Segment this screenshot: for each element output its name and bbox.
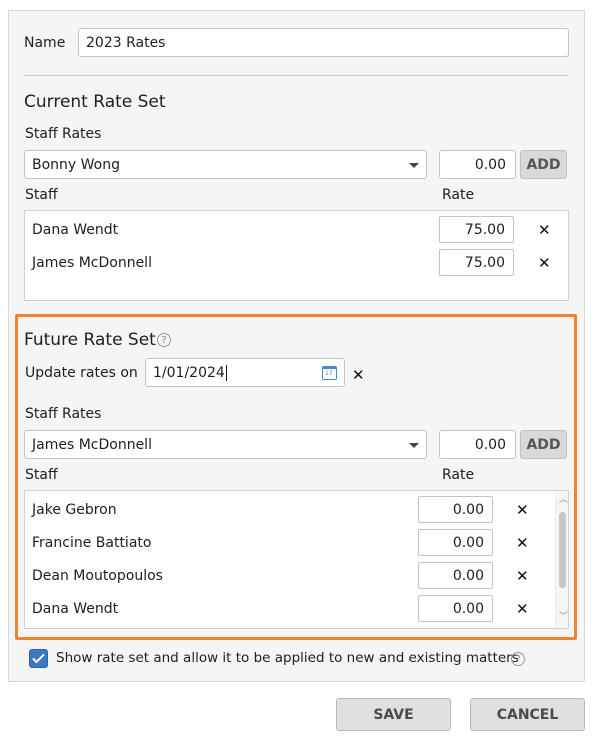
chevron-down-icon[interactable]: ﹀ [559, 613, 568, 622]
help-icon[interactable]: ? [511, 652, 525, 666]
scrollbar-thumb[interactable] [559, 512, 566, 588]
close-icon[interactable]: ✕ [352, 367, 365, 383]
calendar-icon[interactable]: 17 [322, 366, 337, 380]
update-date-input[interactable]: 1/01/2024 [145, 358, 345, 387]
list-item: Dana Wendt [32, 601, 119, 617]
update-rates-label: Update rates on [25, 365, 138, 381]
rate-input[interactable]: 0.00 [418, 595, 493, 622]
current-staff-rates-label: Staff Rates [25, 126, 102, 142]
future-rate-input[interactable]: 0.00 [439, 430, 516, 459]
future-add-button[interactable]: ADD [520, 430, 567, 459]
rate-input[interactable]: 75.00 [439, 249, 514, 276]
chevron-down-icon [409, 443, 419, 448]
update-date-value: 1/01/2024 [153, 364, 225, 381]
current-add-button[interactable]: ADD [520, 150, 567, 179]
close-icon[interactable]: ✕ [538, 222, 551, 238]
name-label: Name [24, 35, 66, 51]
rate-input[interactable]: 0.00 [418, 562, 493, 589]
list-item: Dean Moutopoulos [32, 568, 163, 584]
list-item: Dana Wendt [32, 222, 119, 238]
future-staff-rates-label: Staff Rates [25, 406, 102, 422]
current-col-rate: Rate [442, 187, 475, 203]
rate-input[interactable]: 75.00 [439, 216, 514, 243]
current-staff-list: Dana Wendt 75.00 ✕ James McDonnell 75.00… [24, 210, 569, 301]
name-input[interactable]: 2023 Rates [78, 28, 569, 57]
future-staff-select-value: James McDonnell [32, 436, 152, 453]
chevron-up-icon[interactable]: ︿ [559, 496, 568, 505]
save-button[interactable]: SAVE [336, 698, 451, 731]
future-col-staff: Staff [25, 467, 58, 483]
list-item: Francine Battiato [32, 535, 152, 551]
rate-input[interactable]: 0.00 [418, 496, 493, 523]
show-rate-set-label: Show rate set and allow it to be applied… [56, 650, 519, 666]
close-icon[interactable]: ✕ [516, 535, 529, 551]
future-col-rate: Rate [442, 467, 475, 483]
current-staff-select[interactable]: Bonny Wong [24, 150, 427, 179]
scrollbar[interactable]: ︿ ﹀ [555, 491, 568, 628]
close-icon[interactable]: ✕ [516, 502, 529, 518]
current-rate-input[interactable]: 0.00 [439, 150, 516, 179]
current-col-staff: Staff [25, 187, 58, 203]
close-icon[interactable]: ✕ [516, 601, 529, 617]
close-icon[interactable]: ✕ [538, 255, 551, 271]
check-icon [32, 653, 45, 664]
show-rate-set-checkbox[interactable] [29, 649, 48, 668]
close-icon[interactable]: ✕ [516, 568, 529, 584]
list-item: Jake Gebron [32, 502, 117, 518]
divider [24, 75, 569, 76]
current-rate-set-title: Current Rate Set [24, 92, 166, 112]
list-item: James McDonnell [32, 255, 152, 271]
rate-input[interactable]: 0.00 [418, 529, 493, 556]
text-cursor [225, 364, 227, 381]
current-staff-select-value: Bonny Wong [32, 156, 120, 173]
cancel-button[interactable]: CANCEL [470, 698, 585, 731]
future-staff-list: Jake Gebron 0.00 ✕ Francine Battiato 0.0… [24, 490, 569, 629]
rate-set-panel: Name 2023 Rates Current Rate Set Staff R… [8, 10, 585, 682]
future-staff-select[interactable]: James McDonnell [24, 430, 427, 459]
future-rate-set-title: Future Rate Set [24, 330, 156, 350]
help-icon[interactable]: ? [157, 333, 171, 347]
chevron-down-icon [409, 163, 419, 168]
